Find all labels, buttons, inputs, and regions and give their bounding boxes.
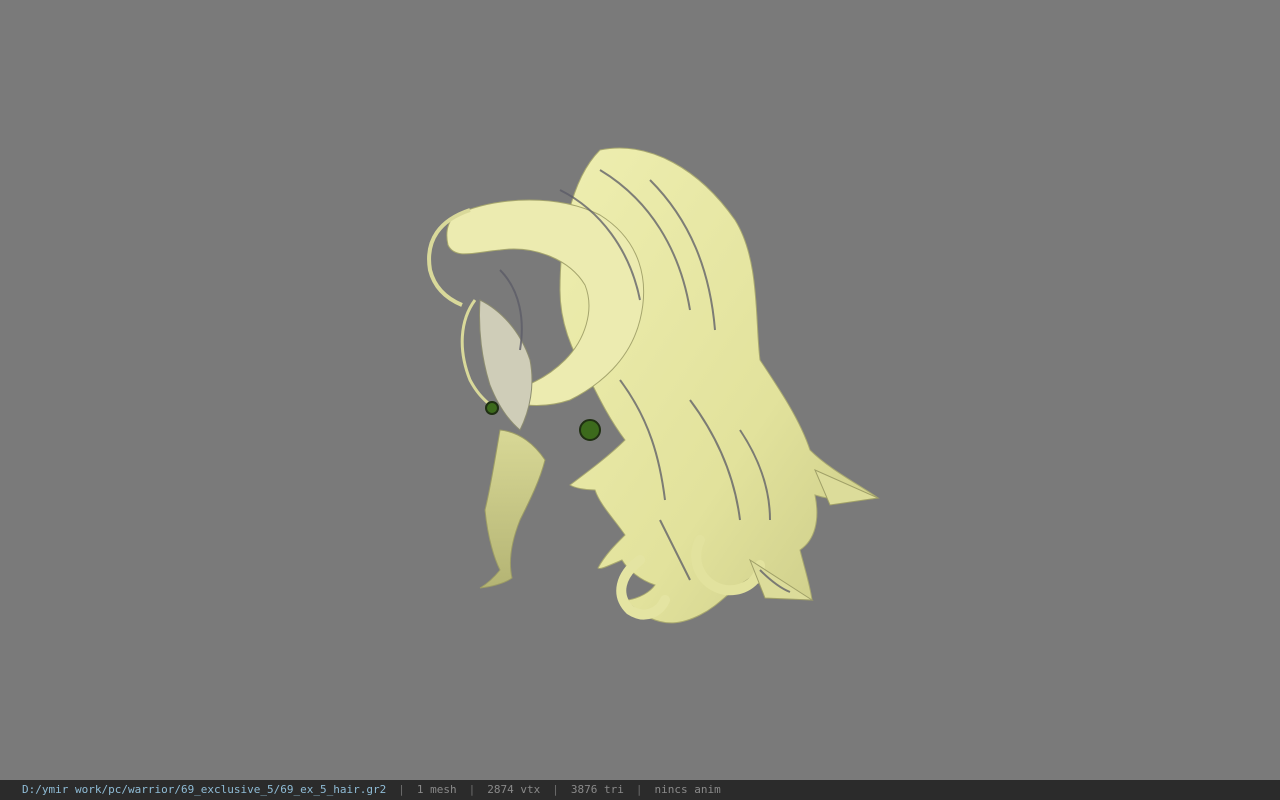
separator: | (552, 783, 559, 796)
3d-viewport[interactable] (0, 0, 1280, 780)
hair-left-lock (479, 429, 546, 589)
separator: | (398, 783, 405, 796)
animation-status: nincs anim (654, 783, 721, 796)
separator: | (635, 783, 643, 796)
status-bar: D:/ymir work/pc/warrior/69_exclusive_5/6… (0, 780, 1280, 800)
vertex-count: 2874 vtx (487, 783, 541, 796)
hair-model (427, 147, 880, 624)
separator: | (468, 783, 476, 796)
hair-back-mass (559, 147, 880, 624)
hair-point-right (814, 469, 880, 506)
file-path: D:/ymir work/pc/warrior/69_exclusive_5/6… (22, 783, 387, 796)
triangle-count: 3876 tri (570, 783, 624, 796)
mesh-count: 1 mesh (416, 783, 457, 796)
eye-right (485, 401, 499, 415)
eye-left (579, 419, 601, 441)
